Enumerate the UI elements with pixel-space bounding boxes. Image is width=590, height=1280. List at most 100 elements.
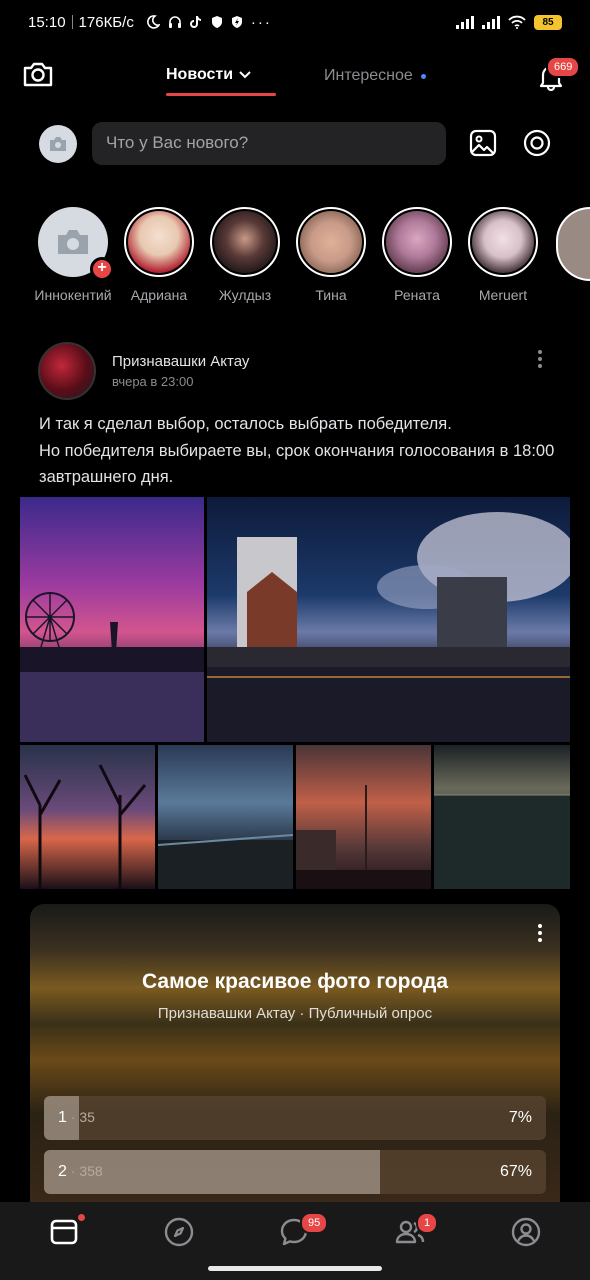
image-icon[interactable] bbox=[468, 128, 498, 158]
post-photo-grid bbox=[20, 497, 570, 889]
poll-option[interactable]: 2 · 358 67% bbox=[44, 1150, 546, 1194]
post-photo[interactable] bbox=[434, 745, 570, 889]
poll-option-number: 1 bbox=[58, 1109, 67, 1126]
active-tab-indicator bbox=[166, 93, 276, 96]
friends-badge: 1 bbox=[416, 1212, 439, 1234]
sea-illustration bbox=[434, 794, 570, 889]
story-avatar bbox=[386, 211, 448, 273]
story-avatar bbox=[128, 211, 190, 273]
post-author[interactable]: Признавашки Актау bbox=[112, 353, 249, 370]
home-indicator[interactable] bbox=[208, 1266, 382, 1271]
story-item[interactable]: Meruert bbox=[460, 207, 546, 303]
camera-placeholder-icon bbox=[58, 230, 88, 254]
poll-more-icon[interactable] bbox=[538, 924, 542, 942]
wifi-icon bbox=[508, 15, 526, 29]
story-avatar bbox=[472, 211, 534, 273]
status-separator bbox=[71, 15, 73, 29]
tab-news-label: Новости bbox=[166, 66, 234, 83]
poll-option-percent: 7% bbox=[508, 1109, 532, 1126]
post-photo[interactable] bbox=[158, 745, 293, 889]
post-text-line: И так я сделал выбор, осталось выбрать п… bbox=[39, 415, 452, 433]
story-ring bbox=[382, 207, 452, 277]
poll-option-votes: 358 bbox=[79, 1163, 103, 1179]
post-more-icon[interactable] bbox=[538, 350, 542, 368]
status-net-speed: 176КБ/с bbox=[78, 13, 134, 31]
shield-bolt-icon bbox=[231, 16, 242, 28]
post-text: И так я сделал выбор, осталось выбрать п… bbox=[39, 411, 559, 491]
story-item-partial[interactable] bbox=[556, 207, 590, 281]
signal-2-icon bbox=[482, 15, 500, 29]
profile-icon[interactable] bbox=[510, 1216, 542, 1248]
story-item[interactable]: Жулдыз bbox=[202, 207, 288, 303]
story-item[interactable]: Рената bbox=[374, 207, 460, 303]
story-avatar bbox=[300, 211, 362, 273]
poll-option[interactable]: 1 · 35 7% bbox=[44, 1096, 546, 1140]
my-avatar[interactable] bbox=[39, 125, 77, 163]
compass-icon[interactable] bbox=[163, 1216, 195, 1248]
moon-icon bbox=[146, 15, 160, 29]
story-name: Иннокентий bbox=[34, 287, 112, 303]
tab-interesting-label: Интересное bbox=[324, 67, 413, 84]
tiktok-icon bbox=[189, 15, 201, 28]
status-time: 15:10 bbox=[28, 13, 66, 31]
notifications-badge: 669 bbox=[546, 56, 581, 78]
story-name: Meruert bbox=[478, 287, 528, 303]
story-ring bbox=[468, 207, 538, 277]
camera-icon[interactable] bbox=[22, 60, 54, 88]
feed-new-dot bbox=[78, 1214, 85, 1221]
poll-option-separator: · bbox=[66, 1163, 80, 1179]
story-avatar bbox=[214, 211, 276, 273]
story-ring bbox=[296, 207, 366, 277]
story-ring bbox=[124, 207, 194, 277]
poll-subtitle: Признавашки Актау · Публичный опрос bbox=[157, 1005, 433, 1022]
more-dots-icon: ··· bbox=[250, 13, 272, 31]
story-name: Рената bbox=[394, 287, 440, 303]
poll-option-number: 2 bbox=[58, 1163, 67, 1180]
stories-row: + Иннокентий Адриана Жулдыз Тина Рената … bbox=[0, 207, 590, 307]
camera-placeholder-icon bbox=[50, 137, 66, 151]
status-bar: 15:10 176КБ/с ··· 85 bbox=[0, 0, 590, 44]
chevron-down-icon bbox=[239, 71, 251, 79]
story-ring: + bbox=[38, 207, 114, 281]
post-composer: Что у Вас нового? bbox=[0, 122, 590, 166]
street-sunset-illustration bbox=[296, 785, 431, 889]
tab-interesting[interactable]: Интересное bbox=[324, 67, 426, 85]
poll-title: Самое красивое фото города bbox=[141, 970, 449, 993]
post-photo[interactable] bbox=[20, 497, 204, 742]
poll-option-separator: · bbox=[66, 1109, 80, 1125]
post-photo[interactable] bbox=[207, 497, 570, 742]
status-input[interactable]: Что у Вас нового? bbox=[92, 122, 446, 165]
add-story-button[interactable]: + bbox=[90, 257, 114, 281]
headphones-icon bbox=[168, 16, 181, 28]
tab-news[interactable]: Новости bbox=[166, 66, 251, 84]
post-photo[interactable] bbox=[20, 745, 155, 889]
story-name: Адриана bbox=[130, 287, 188, 303]
signal-icon bbox=[456, 15, 474, 29]
shield-icon bbox=[211, 16, 222, 28]
battery-icon: 85 bbox=[534, 14, 562, 30]
story-ring bbox=[210, 207, 280, 277]
poll-option-label: 2 · 358 bbox=[58, 1163, 103, 1181]
city-night-illustration bbox=[207, 512, 570, 742]
target-icon[interactable] bbox=[522, 128, 552, 158]
top-nav: Новости Интересное 669 bbox=[0, 52, 590, 102]
story-name: Жулдыз bbox=[218, 287, 272, 303]
poll-card: Самое красивое фото города Признавашки А… bbox=[30, 904, 560, 1204]
post-text-line: Но победителя выбираете вы, срок окончан… bbox=[39, 441, 555, 487]
ferris-wheel-illustration bbox=[20, 592, 204, 742]
post-photo[interactable] bbox=[296, 745, 431, 889]
post-author-avatar[interactable] bbox=[38, 342, 96, 400]
news-feed-icon[interactable] bbox=[48, 1216, 80, 1248]
story-item[interactable]: Тина bbox=[288, 207, 374, 303]
poll-option-label: 1 · 35 bbox=[58, 1109, 95, 1127]
story-item[interactable]: Адриана bbox=[116, 207, 202, 303]
poll-option-percent: 67% bbox=[499, 1163, 532, 1180]
messages-badge: 95 bbox=[300, 1212, 329, 1234]
post-time: вчера в 23:00 bbox=[112, 374, 194, 389]
street-evening-illustration bbox=[158, 834, 293, 889]
story-item-me[interactable]: + Иннокентий bbox=[30, 207, 116, 303]
trees-sunset-illustration bbox=[23, 764, 147, 889]
story-name: Тина bbox=[315, 287, 347, 303]
new-content-dot bbox=[420, 73, 426, 79]
poll-option-votes: 35 bbox=[79, 1109, 95, 1125]
